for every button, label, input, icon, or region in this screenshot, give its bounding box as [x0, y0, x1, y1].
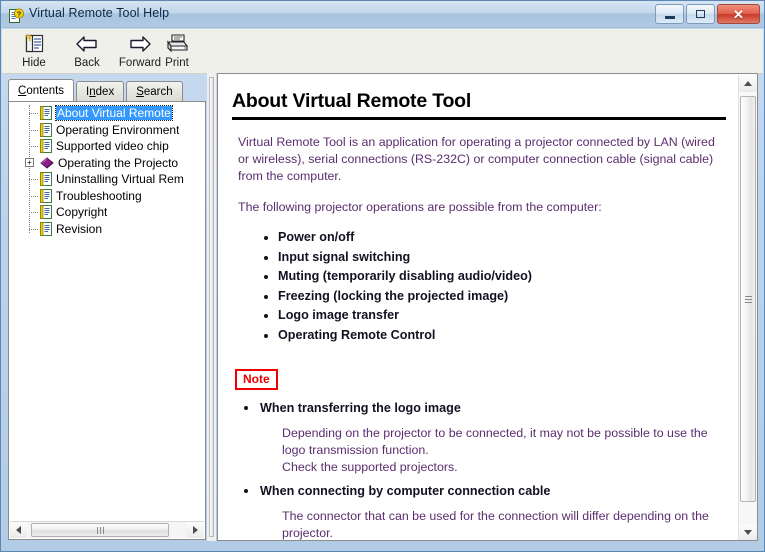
- tree-item-label: Copyright: [56, 205, 108, 220]
- tree-hscroll-thumb[interactable]: [31, 523, 169, 537]
- arrow-left-icon: [16, 526, 21, 534]
- scroll-up-button[interactable]: [739, 75, 757, 92]
- operations-list: Power on/off Input signal switching Muti…: [264, 228, 723, 345]
- page-icon: [40, 139, 52, 154]
- title-bar: ? Virtual Remote Tool Help ✕: [1, 1, 764, 28]
- page-icon: [40, 221, 52, 236]
- tree-item-operating-environment[interactable]: Operating Environment: [9, 122, 205, 139]
- scroll-right-button[interactable]: [187, 522, 204, 538]
- tree-item-label: Operating Environment: [56, 122, 180, 137]
- note-body: The connector that can be used for the c…: [282, 509, 709, 540]
- tree-item-label: Uninstalling Virtual Rem: [56, 172, 184, 187]
- content-vertical-scrollbar[interactable]: [738, 75, 757, 540]
- tab-search[interactable]: Search: [126, 81, 183, 101]
- tree-item-troubleshooting[interactable]: Troubleshooting: [9, 188, 205, 205]
- close-button[interactable]: ✕: [717, 4, 760, 24]
- list-item: Operating Remote Control: [264, 326, 723, 346]
- back-button[interactable]: Back: [62, 31, 112, 72]
- arrow-down-icon: [744, 530, 752, 535]
- tree-item-copyright[interactable]: Copyright: [9, 204, 205, 221]
- maximize-button[interactable]: [686, 4, 715, 24]
- window-title: Virtual Remote Tool Help: [29, 6, 170, 20]
- contents-tree-box: About Virtual Remote Operating Environme…: [8, 101, 206, 540]
- nav-tabs: Contents In dex Search: [8, 79, 185, 101]
- print-button[interactable]: Print: [152, 31, 202, 72]
- tree-item-label: About Virtual Remote: [55, 105, 173, 122]
- svg-text:?: ?: [17, 10, 22, 19]
- note-badge: Note: [235, 369, 278, 390]
- minimize-icon: [664, 15, 675, 19]
- tree-item-uninstalling-virtual-remote[interactable]: Uninstalling Virtual Rem: [9, 171, 205, 188]
- arrow-right-icon: [193, 526, 198, 534]
- tab-contents[interactable]: Contents: [8, 79, 75, 101]
- contents-tree: About Virtual Remote Operating Environme…: [9, 105, 205, 517]
- tree-item-label: Supported video chip: [56, 139, 169, 154]
- content-vscroll-track[interactable]: [739, 92, 757, 524]
- window-controls: ✕: [655, 4, 760, 24]
- book-icon: [40, 156, 54, 169]
- printer-icon: [152, 32, 202, 56]
- tree-item-label: Revision: [56, 221, 103, 236]
- intro-paragraph-2: The following projector operations are p…: [238, 200, 602, 214]
- content-pane: About Virtual Remote Tool Virtual Remote…: [217, 73, 758, 541]
- list-item: When connecting by computer connection c…: [244, 482, 723, 540]
- help-document: About Virtual Remote Tool Virtual Remote…: [218, 74, 739, 540]
- title-rule: [232, 117, 726, 120]
- tree-item-about-virtual-remote[interactable]: About Virtual Remote: [9, 105, 205, 122]
- hide-pane-icon: [9, 32, 59, 56]
- tree-item-supported-video-chip[interactable]: Supported video chip: [9, 138, 205, 155]
- tab-index[interactable]: In dex: [76, 81, 125, 101]
- content-vscroll-thumb[interactable]: [740, 96, 756, 502]
- print-button-label: Print: [165, 57, 189, 69]
- page-icon: [40, 122, 52, 137]
- note-heading: When transferring the logo image: [260, 401, 461, 415]
- page-icon: [40, 205, 52, 220]
- expander-plus-icon[interactable]: +: [25, 157, 34, 167]
- intro-paragraph-1: Virtual Remote Tool is an application fo…: [238, 135, 715, 183]
- navigation-pane: Contents In dex Search About Virtual Rem…: [8, 79, 206, 540]
- tree-item-label: Troubleshooting: [56, 188, 142, 203]
- close-icon: ✕: [733, 6, 744, 22]
- pane-splitter[interactable]: [207, 73, 216, 541]
- page-icon: [40, 172, 52, 187]
- tree-horizontal-scrollbar[interactable]: [10, 521, 204, 538]
- tree-item-revision[interactable]: Revision: [9, 221, 205, 238]
- arrow-left-icon: [62, 32, 112, 56]
- note-body: Depending on the projector to be connect…: [282, 426, 708, 474]
- list-item: Power on/off: [264, 228, 723, 248]
- note-heading: When connecting by computer connection c…: [260, 484, 551, 498]
- page-icon: [40, 188, 52, 203]
- scroll-left-button[interactable]: [10, 522, 27, 538]
- list-item: When transferring the logo image Dependi…: [244, 399, 723, 476]
- scroll-down-button[interactable]: [739, 524, 757, 540]
- hide-button[interactable]: Hide: [9, 31, 59, 72]
- tree-item-operating-the-projector[interactable]: + Operating the Projecto: [9, 155, 205, 172]
- tree-hscroll-track[interactable]: [27, 522, 187, 538]
- notes-list: When transferring the logo image Dependi…: [244, 399, 723, 540]
- list-item: Muting (temporarily disabling audio/vide…: [264, 267, 723, 287]
- minimize-button[interactable]: [655, 4, 684, 24]
- tree-item-label: Operating the Projecto: [58, 155, 179, 170]
- arrow-up-icon: [744, 81, 752, 86]
- list-item: Input signal switching: [264, 248, 723, 268]
- list-item: Logo image transfer: [264, 306, 723, 326]
- help-window: ? Virtual Remote Tool Help ✕ Hide Back F…: [0, 0, 765, 552]
- maximize-icon: [696, 10, 705, 18]
- toolbar: Hide Back Forward Print: [2, 29, 763, 74]
- page-icon: [40, 106, 52, 121]
- back-button-label: Back: [74, 57, 100, 69]
- list-item: Freezing (locking the projected image): [264, 287, 723, 307]
- page-title: About Virtual Remote Tool: [232, 90, 472, 112]
- help-document-icon: ?: [8, 8, 24, 24]
- hide-button-label: Hide: [22, 57, 46, 69]
